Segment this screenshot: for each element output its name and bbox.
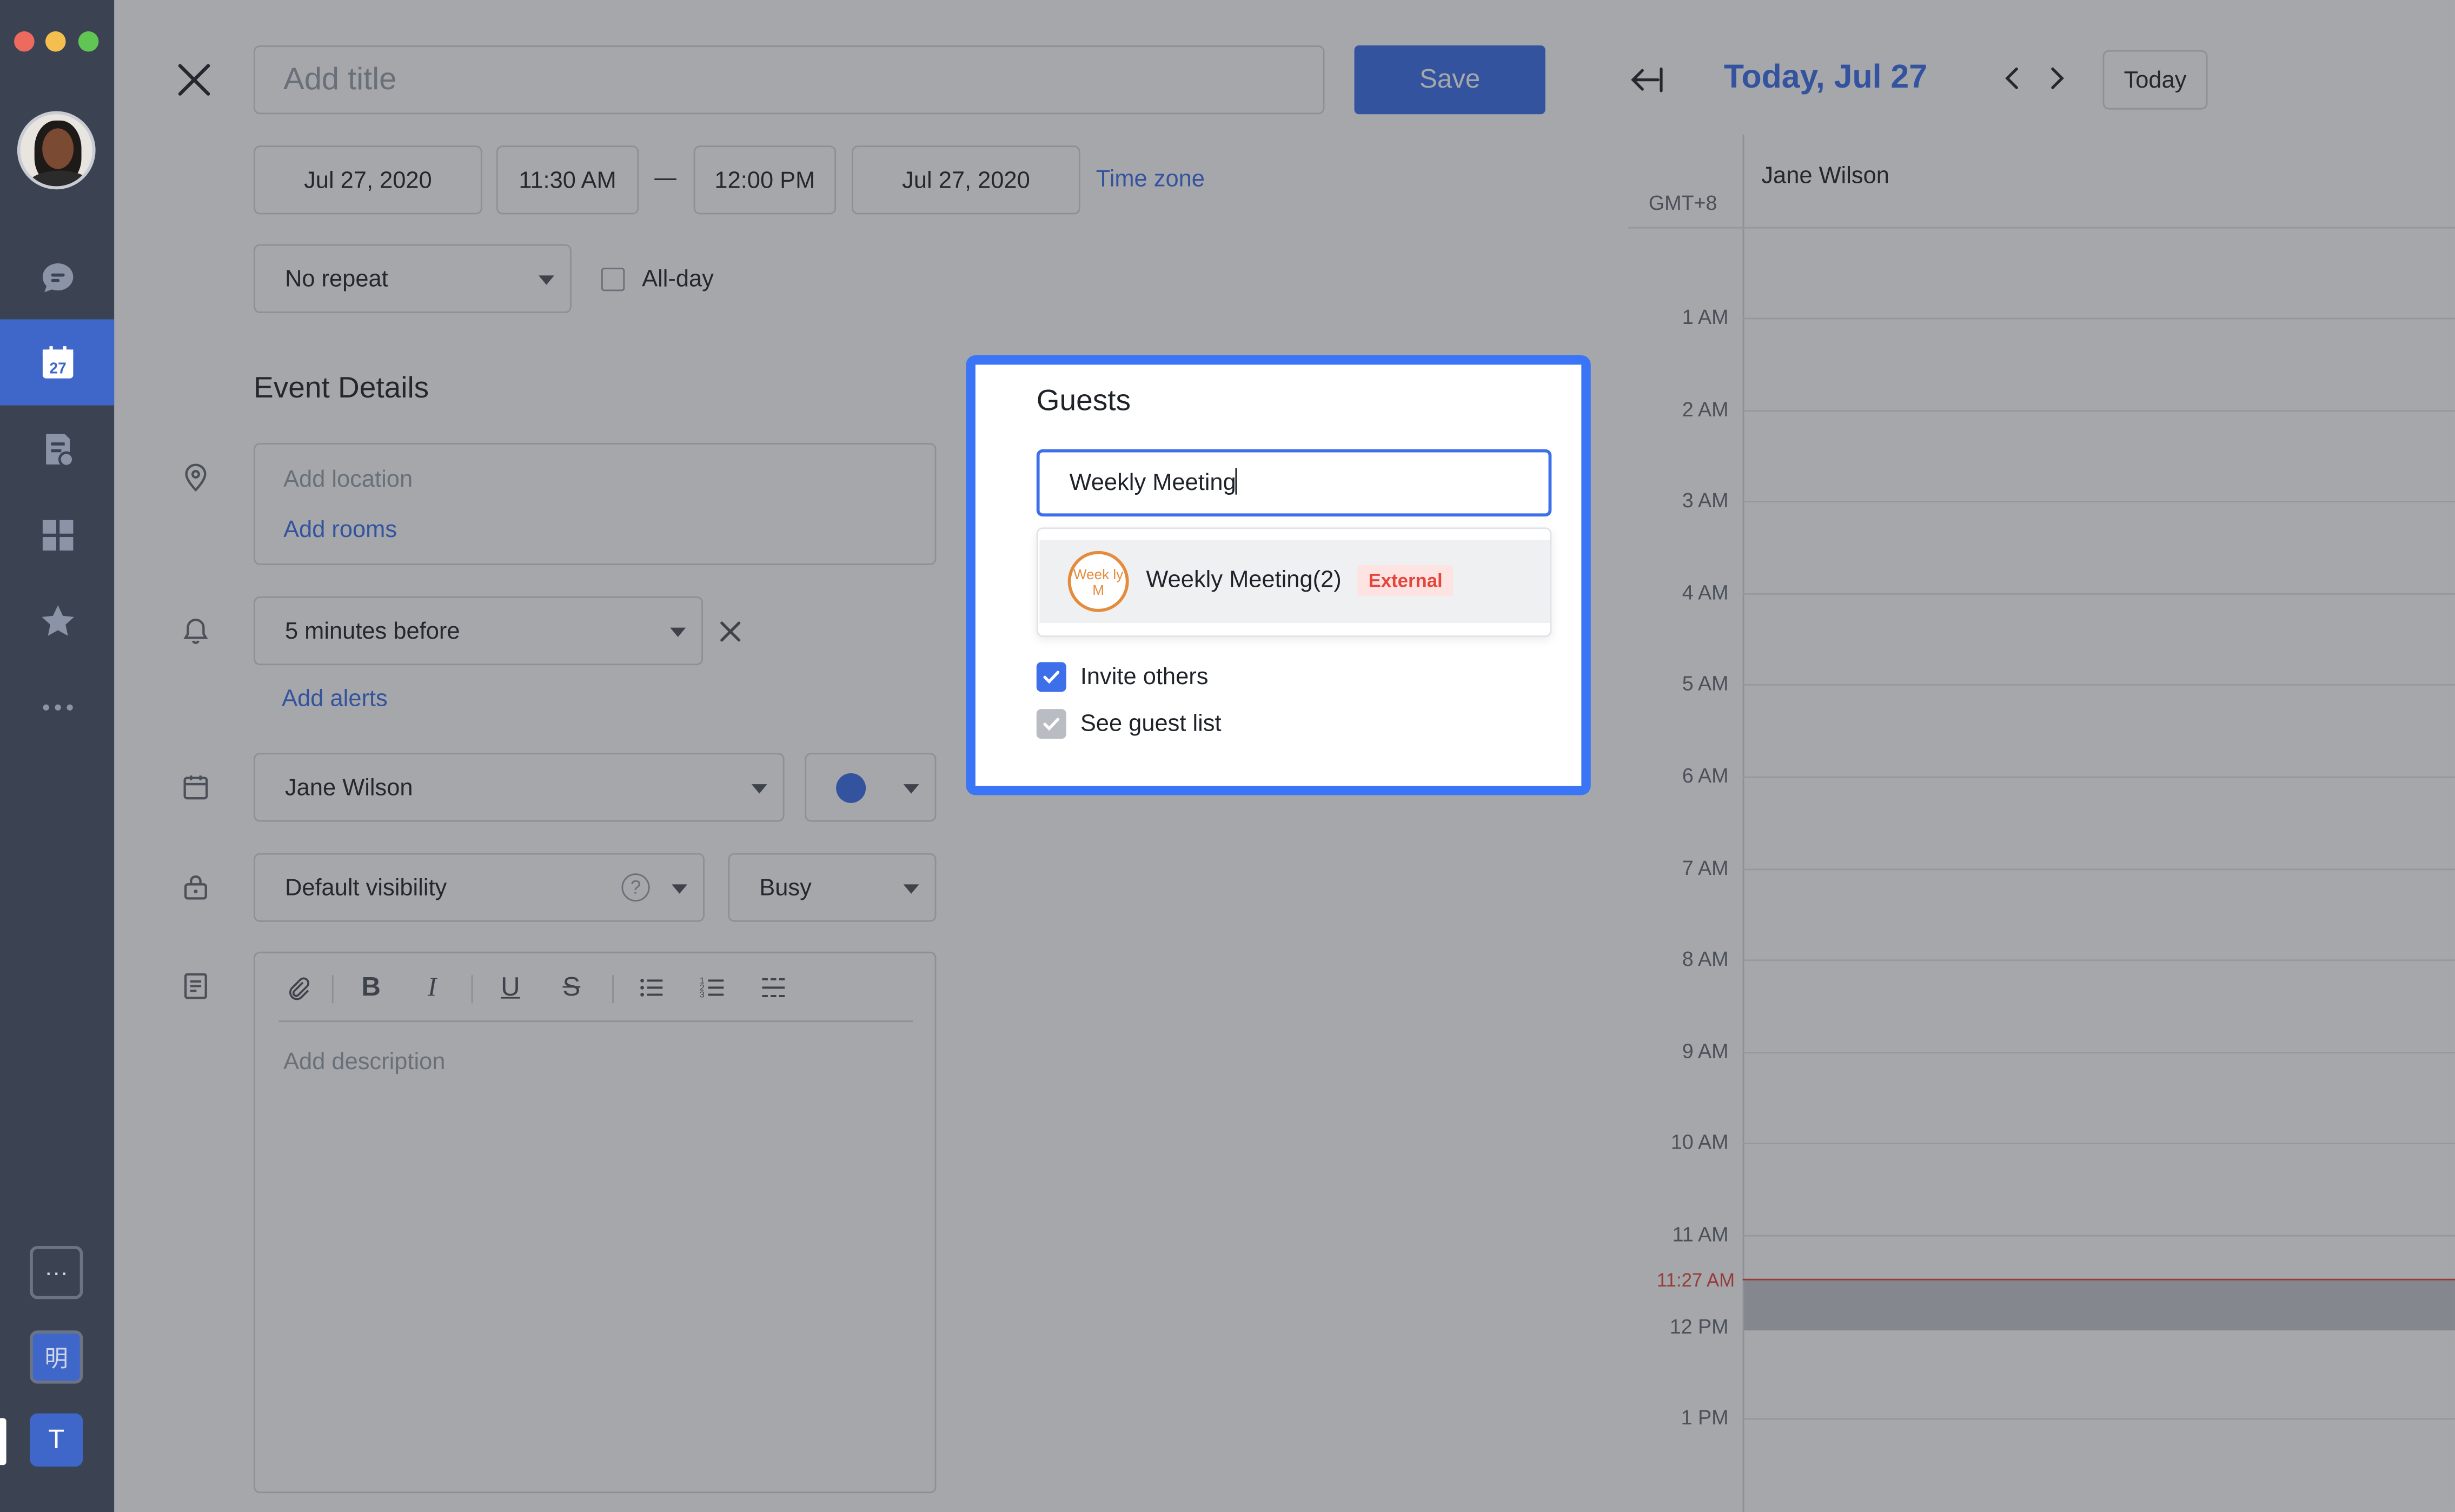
external-badge: External (1357, 565, 1454, 596)
guest-search-value: Weekly Meeting (1069, 469, 1236, 496)
app-window: 27 ··· 明 T Add title Save Jul 27, 2020 1… (0, 0, 2455, 1512)
svg-text:27: 27 (49, 359, 65, 376)
sidebar-item-docs[interactable] (0, 406, 114, 492)
sidebar-item-messenger[interactable] (0, 235, 114, 321)
suggestion-item[interactable]: Week ly M Weekly Meeting(2) External (1039, 540, 1550, 623)
suggestion-name: Weekly Meeting(2) (1146, 566, 1342, 593)
app-sidebar: 27 ··· 明 T (0, 0, 115, 1512)
more-apps-button[interactable]: ··· (30, 1245, 83, 1299)
chat-bubble-icon (42, 262, 72, 291)
app-shortcut-button[interactable]: 明 (30, 1330, 83, 1384)
grid-apps-icon (42, 519, 72, 550)
checkmark-icon (1043, 671, 1060, 684)
guest-search-input[interactable]: Weekly Meeting (1036, 449, 1552, 517)
text-cursor (1236, 468, 1238, 495)
window-minimize-button[interactable] (45, 31, 66, 52)
calendar-icon: 27 (42, 345, 72, 378)
window-close-button[interactable] (14, 31, 35, 52)
sidebar-item-workplace[interactable] (0, 492, 114, 578)
sidebar-item-more[interactable] (0, 664, 114, 750)
invite-others-checkbox[interactable] (1036, 662, 1066, 692)
sidebar-item-calendar[interactable]: 27 (0, 319, 115, 406)
guests-popup: Guests Weekly Meeting Week ly M Weekly M… (966, 355, 1591, 795)
workspace-avatar[interactable]: T (30, 1413, 83, 1467)
active-workspace-indicator (0, 1418, 6, 1465)
invite-others-label: Invite others (1080, 664, 1209, 691)
group-avatar: Week ly M (1067, 551, 1129, 612)
document-icon (45, 433, 74, 467)
checkmark-icon (1043, 718, 1060, 731)
guests-title: Guests (1036, 385, 1131, 418)
guest-suggestions: Week ly M Weekly Meeting(2) External (1036, 527, 1552, 638)
sidebar-item-favorites[interactable] (0, 578, 114, 664)
star-icon (41, 604, 74, 635)
see-guest-list-label: See guest list (1080, 711, 1222, 738)
more-dots-icon (42, 704, 72, 710)
see-guest-list-checkbox[interactable] (1036, 709, 1066, 739)
window-zoom-button[interactable] (78, 31, 99, 52)
user-avatar[interactable] (17, 111, 96, 190)
